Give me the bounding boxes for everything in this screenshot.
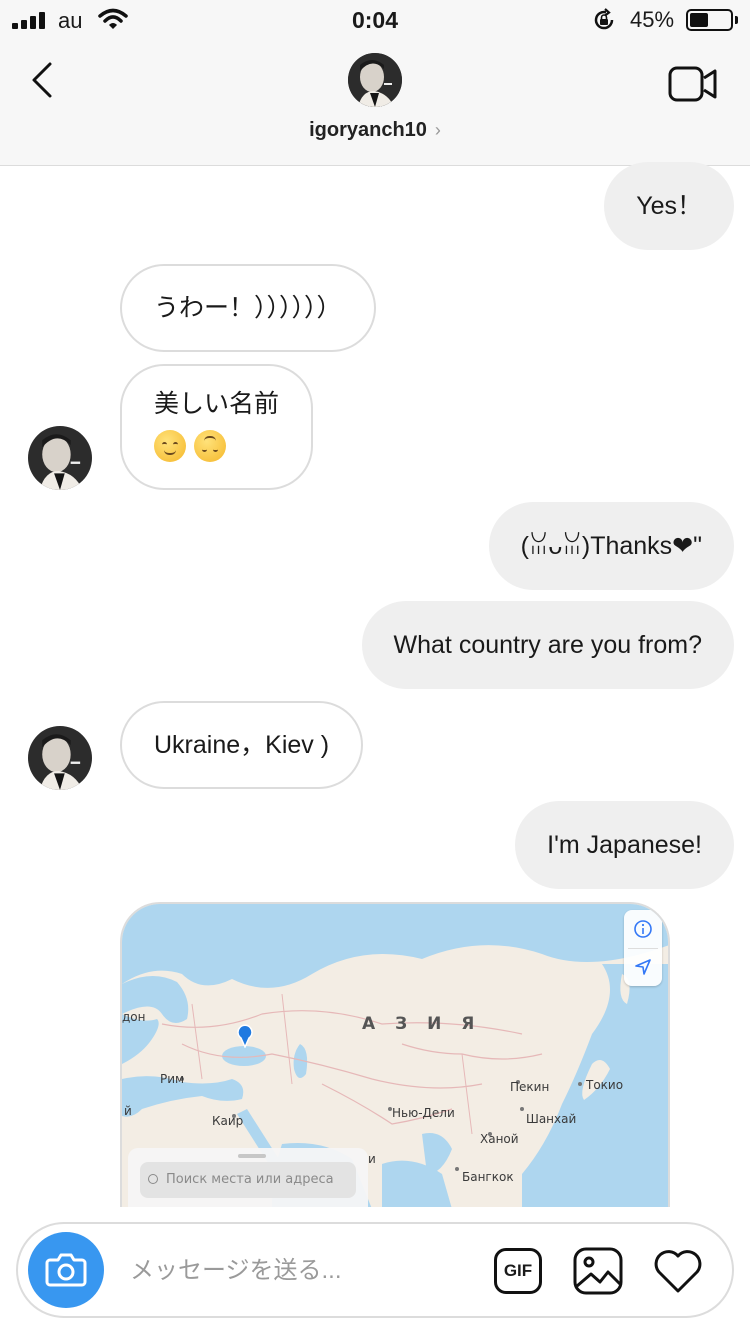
map-search-field[interactable]: Поиск места или адреса	[140, 1162, 356, 1198]
message-composer: GIF	[16, 1222, 734, 1318]
message-text: I'm Japanese!	[547, 831, 702, 859]
username-text: igoryanch10	[309, 119, 427, 141]
photo-button[interactable]	[572, 1246, 624, 1296]
map-label-london: дон	[122, 1010, 146, 1024]
map-label-partial: й	[124, 1104, 132, 1118]
battery-fill	[690, 13, 708, 27]
message-bubble-incoming[interactable]: Ukraine，Kiev )	[120, 701, 364, 789]
message-text: What country are you from?	[393, 631, 702, 659]
map-label-asia: А З И Я	[362, 1014, 482, 1034]
map-label-hanoi: Ханой	[480, 1132, 519, 1146]
message-text: うわー！））））））	[154, 294, 342, 322]
camera-icon	[45, 1253, 87, 1287]
relieved-face-emoji	[154, 430, 186, 462]
battery-icon	[686, 9, 733, 31]
location-arrow-icon[interactable]	[633, 957, 653, 977]
shared-map-card[interactable]: А З И Я дон Рим Каир Нью-Дели Пекин Токи…	[120, 902, 670, 1207]
gif-button[interactable]: GIF	[494, 1248, 542, 1294]
message-text: 美しい名前	[154, 390, 280, 418]
message-bubble-outgoing[interactable]: What country are you from?	[361, 601, 734, 689]
message-text: Ukraine，Kiev )	[154, 731, 330, 759]
status-bar: au 0:04 45%	[0, 0, 750, 40]
video-call-button[interactable]	[668, 64, 718, 104]
map-label-cairo: Каир	[212, 1114, 244, 1128]
map-label-tokyo: Токио	[586, 1078, 624, 1092]
heart-button[interactable]	[652, 1248, 704, 1294]
header-username[interactable]: igoryanch10 ›	[0, 119, 750, 142]
message-bubble-outgoing[interactable]: Yes！	[604, 162, 734, 250]
message-bubble-outgoing[interactable]: I'm Japanese!	[515, 801, 734, 889]
emoji-row	[154, 430, 234, 462]
message-bubble-outgoing[interactable]: (ꈍᴗꈍ)Thanks❤"	[488, 502, 734, 590]
orientation-lock-icon	[594, 8, 614, 30]
map-label-rome: Рим	[160, 1072, 185, 1086]
info-icon[interactable]	[633, 919, 653, 939]
message-text: (ꈍᴗꈍ)Thanks❤"	[520, 532, 702, 560]
map-controls	[624, 910, 662, 986]
map-controls-divider	[628, 948, 658, 949]
message-bubble-incoming[interactable]: 美しい名前	[120, 364, 314, 490]
back-button[interactable]	[24, 58, 64, 102]
map-panel-grip[interactable]	[238, 1154, 266, 1158]
upside-down-face-emoji	[194, 430, 226, 462]
search-icon	[148, 1174, 158, 1184]
map-label-delhi: Нью-Дели	[392, 1106, 455, 1120]
map-label-shanghai: Шанхай	[526, 1112, 577, 1126]
map-label-beijing: Пекин	[510, 1080, 550, 1094]
message-bubble-incoming[interactable]: うわー！））））））	[120, 264, 376, 352]
avatar-portrait-icon	[28, 726, 92, 790]
battery-percent: 45%	[630, 7, 675, 32]
map-label-bangkok: Бангкок	[462, 1170, 514, 1184]
avatar-portrait-icon	[28, 426, 92, 490]
map-search-placeholder: Поиск места или адреса	[166, 1172, 334, 1187]
map-search-panel: Поиск места или адреса	[128, 1148, 368, 1207]
chat-header: igoryanch10 ›	[0, 40, 750, 166]
location-pin-icon[interactable]	[236, 1024, 254, 1048]
message-text: Yes！	[636, 192, 702, 220]
sender-avatar[interactable]	[28, 726, 92, 790]
header-avatar[interactable]	[348, 53, 402, 107]
chevron-right-icon: ›	[434, 120, 441, 140]
avatar-portrait-icon	[348, 53, 402, 107]
message-input[interactable]	[130, 1254, 470, 1288]
camera-button[interactable]	[28, 1232, 104, 1308]
map-label-partial: и	[368, 1152, 376, 1166]
battery-cap	[735, 16, 738, 24]
sender-avatar[interactable]	[28, 426, 92, 490]
